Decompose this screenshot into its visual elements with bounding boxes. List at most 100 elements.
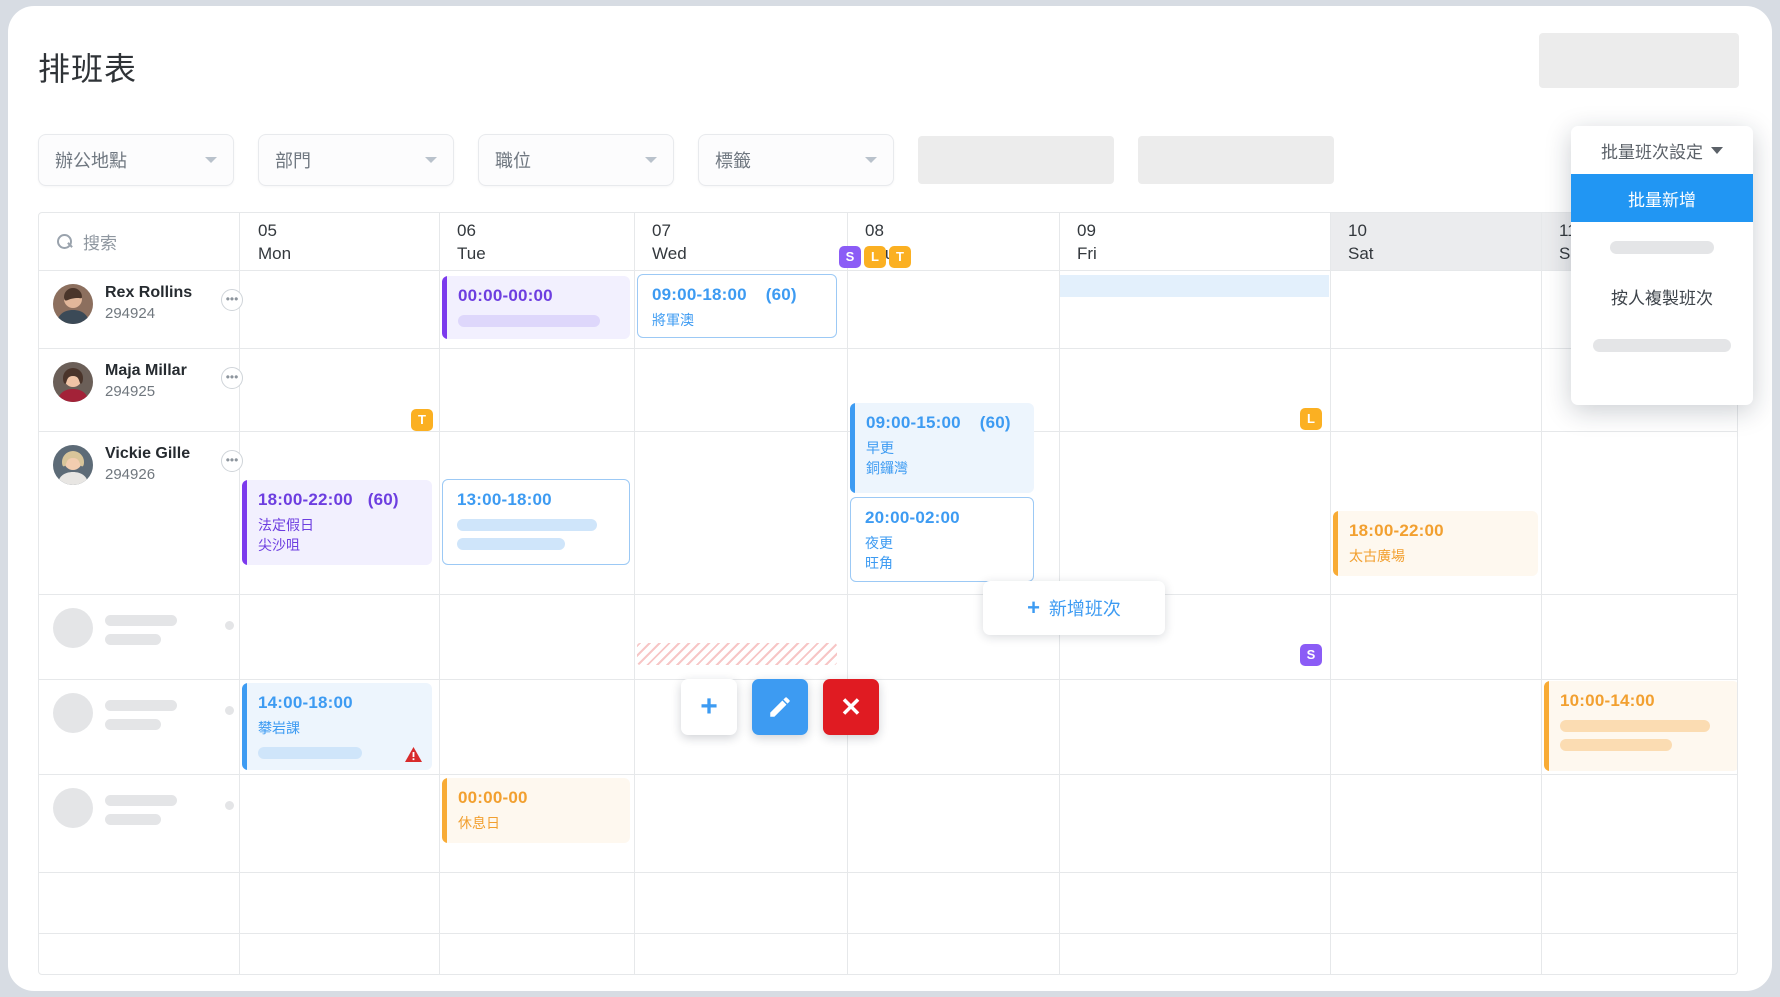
header-placeholder-block [1539, 33, 1739, 88]
employee-name: Rex Rollins [105, 284, 193, 301]
more-options-placeholder [225, 621, 234, 630]
shift-color-bar [1544, 681, 1549, 771]
employee-more-options-button[interactable]: ••• [221, 289, 243, 311]
add-button[interactable]: + [681, 679, 737, 735]
shift-time: 20:00-02:00 [865, 508, 960, 527]
shift-time: 18:00-22:00 (60) [258, 490, 432, 510]
chevron-down-icon [425, 157, 437, 163]
chevron-down-icon [645, 157, 657, 163]
tag-badge-l[interactable]: L [864, 246, 886, 268]
day-header-06[interactable]: 06 Tue [439, 213, 634, 270]
employee-info: Maja Millar 294925 [105, 362, 187, 400]
search-input[interactable]: 搜索 [39, 213, 239, 270]
shift-skeleton [457, 538, 565, 550]
edit-button[interactable] [752, 679, 808, 735]
schedule-grid: 10 Sat 11 Sun 搜索 05 Mon 06 Tue 07 [38, 212, 1738, 975]
delete-button[interactable]: ✕ [823, 679, 879, 735]
employee-name: Maja Millar [105, 362, 187, 379]
shift-color-bar [442, 276, 447, 339]
employee-row-vickie-gille[interactable]: Vickie Gille 294926 ••• [39, 431, 243, 594]
employee-more-options-button[interactable]: ••• [221, 367, 243, 389]
shift-card-vickie-thu-night[interactable]: 20:00-02:00 夜更 旺角 [850, 497, 1034, 582]
filter-office-location[interactable]: 辦公地點 [38, 134, 234, 186]
shift-card-vickie-sat[interactable]: 18:00-22:00 太古廣場 [1333, 511, 1538, 576]
day-number: 07 [652, 221, 671, 240]
shift-time: 13:00-18:00 [457, 490, 552, 509]
employee-row-placeholder-2[interactable] [39, 679, 239, 774]
shift-card-row6-tue[interactable]: 00:00-00 休息日 [442, 778, 630, 843]
name-placeholder [105, 615, 177, 626]
drag-hatch-strip [637, 643, 837, 665]
tag-badge-t[interactable]: T [411, 409, 433, 431]
employee-row-placeholder-1[interactable] [39, 594, 239, 679]
shift-type: 攀岩課 [258, 720, 300, 736]
plus-icon: + [1027, 595, 1040, 620]
avatar-image [53, 362, 93, 402]
id-placeholder [105, 634, 161, 645]
shift-color-bar [850, 403, 855, 493]
shift-location: 旺角 [865, 555, 893, 572]
filter-tag[interactable]: 標籤 [698, 134, 894, 186]
plus-icon: + [700, 690, 718, 723]
shift-card-vickie-tue[interactable]: 13:00-18:00 [442, 479, 630, 565]
shift-time-range: 09:00-15:00 [866, 413, 961, 432]
menu-item-batch-add[interactable]: 批量新增 [1571, 174, 1753, 222]
menu-item-copy-by-person[interactable]: 按人複製班次 [1571, 272, 1753, 320]
filter-department[interactable]: 部門 [258, 134, 454, 186]
day-header-07[interactable]: 07 Wed [634, 213, 847, 270]
employee-more-options-button[interactable]: ••• [221, 450, 243, 472]
filter-label: 辦公地點 [55, 151, 127, 171]
filter-label: 標籤 [715, 151, 751, 171]
tag-badge-s[interactable]: S [1300, 644, 1322, 666]
shift-location: 尖沙咀 [258, 537, 300, 554]
menu-placeholder-bar [1610, 240, 1714, 254]
add-shift-button[interactable]: + 新增班次 [983, 581, 1165, 635]
day-header-09[interactable]: 09 Fri [1059, 213, 1330, 270]
filter-position[interactable]: 職位 [478, 134, 674, 186]
day-number: 05 [258, 221, 277, 240]
shift-card-vickie-mon[interactable]: 18:00-22:00 (60) 法定假日 尖沙咀 [242, 480, 432, 565]
employee-info: Rex Rollins 294924 [105, 284, 192, 322]
employee-id: 294926 [105, 466, 156, 483]
employee-row-maja-millar[interactable]: Maja Millar 294925 ••• [39, 348, 243, 431]
shift-time: 00:00-00:00 [458, 286, 553, 305]
batch-shift-settings-dropdown[interactable]: 批量班次設定 批量新增 按人複製班次 [1571, 126, 1753, 405]
shift-skeleton [258, 747, 362, 760]
selection-highlight-strip [1060, 275, 1329, 297]
shift-time: 10:00-14:00 [1560, 691, 1655, 710]
shift-skeleton [457, 519, 597, 531]
shift-location: 太古廣場 [1349, 548, 1405, 564]
shift-color-bar [1333, 511, 1338, 576]
shift-location: 銅鑼灣 [866, 460, 908, 477]
day-header-10[interactable]: 10 Sat [1330, 213, 1541, 270]
day-name: Sat [1348, 243, 1374, 263]
menu-item-placeholder-2[interactable] [1571, 320, 1753, 370]
avatar-placeholder [53, 788, 93, 828]
tag-badge-l[interactable]: L [1300, 408, 1322, 430]
shift-skeleton [458, 315, 600, 327]
avatar-image [53, 284, 93, 324]
day-number: 06 [457, 221, 476, 240]
batch-shift-settings-trigger[interactable]: 批量班次設定 [1571, 126, 1753, 174]
tag-badge-s[interactable]: S [839, 246, 861, 268]
shift-type: 法定假日 [258, 517, 314, 533]
row-divider [39, 679, 1737, 680]
shift-time: 18:00-22:00 [1349, 521, 1444, 540]
filter-label: 職位 [495, 151, 531, 171]
shift-card-row5-mon[interactable]: 14:00-18:00 攀岩課 [242, 683, 432, 770]
chevron-down-icon [865, 157, 877, 163]
shift-card-row5-sun[interactable]: 10:00-14:00 [1544, 681, 1737, 771]
shift-card-rex-wed[interactable]: 09:00-18:00 (60) 將軍澳 [637, 274, 837, 338]
scheduling-app-window: 排班表 辦公地點 部門 職位 標籤 10 Sat 11 搜索 05 Mon 06… [8, 6, 1772, 991]
menu-item-placeholder-1[interactable] [1571, 222, 1753, 272]
chevron-down-icon [1711, 146, 1723, 154]
shift-duration: (60) [765, 285, 797, 304]
filter-placeholder-1 [918, 136, 1114, 184]
tag-badge-t[interactable]: T [889, 246, 911, 268]
employee-row-placeholder-3[interactable] [39, 774, 239, 872]
avatar-image [53, 445, 93, 485]
shift-card-rex-tue[interactable]: 00:00-00:00 [442, 276, 630, 339]
shift-card-vickie-thu-morning[interactable]: 09:00-15:00 (60) 早更 銅鑼灣 [850, 403, 1034, 493]
day-header-05[interactable]: 05 Mon [240, 213, 439, 270]
employee-row-rex-rollins[interactable]: Rex Rollins 294924 ••• [39, 270, 243, 348]
